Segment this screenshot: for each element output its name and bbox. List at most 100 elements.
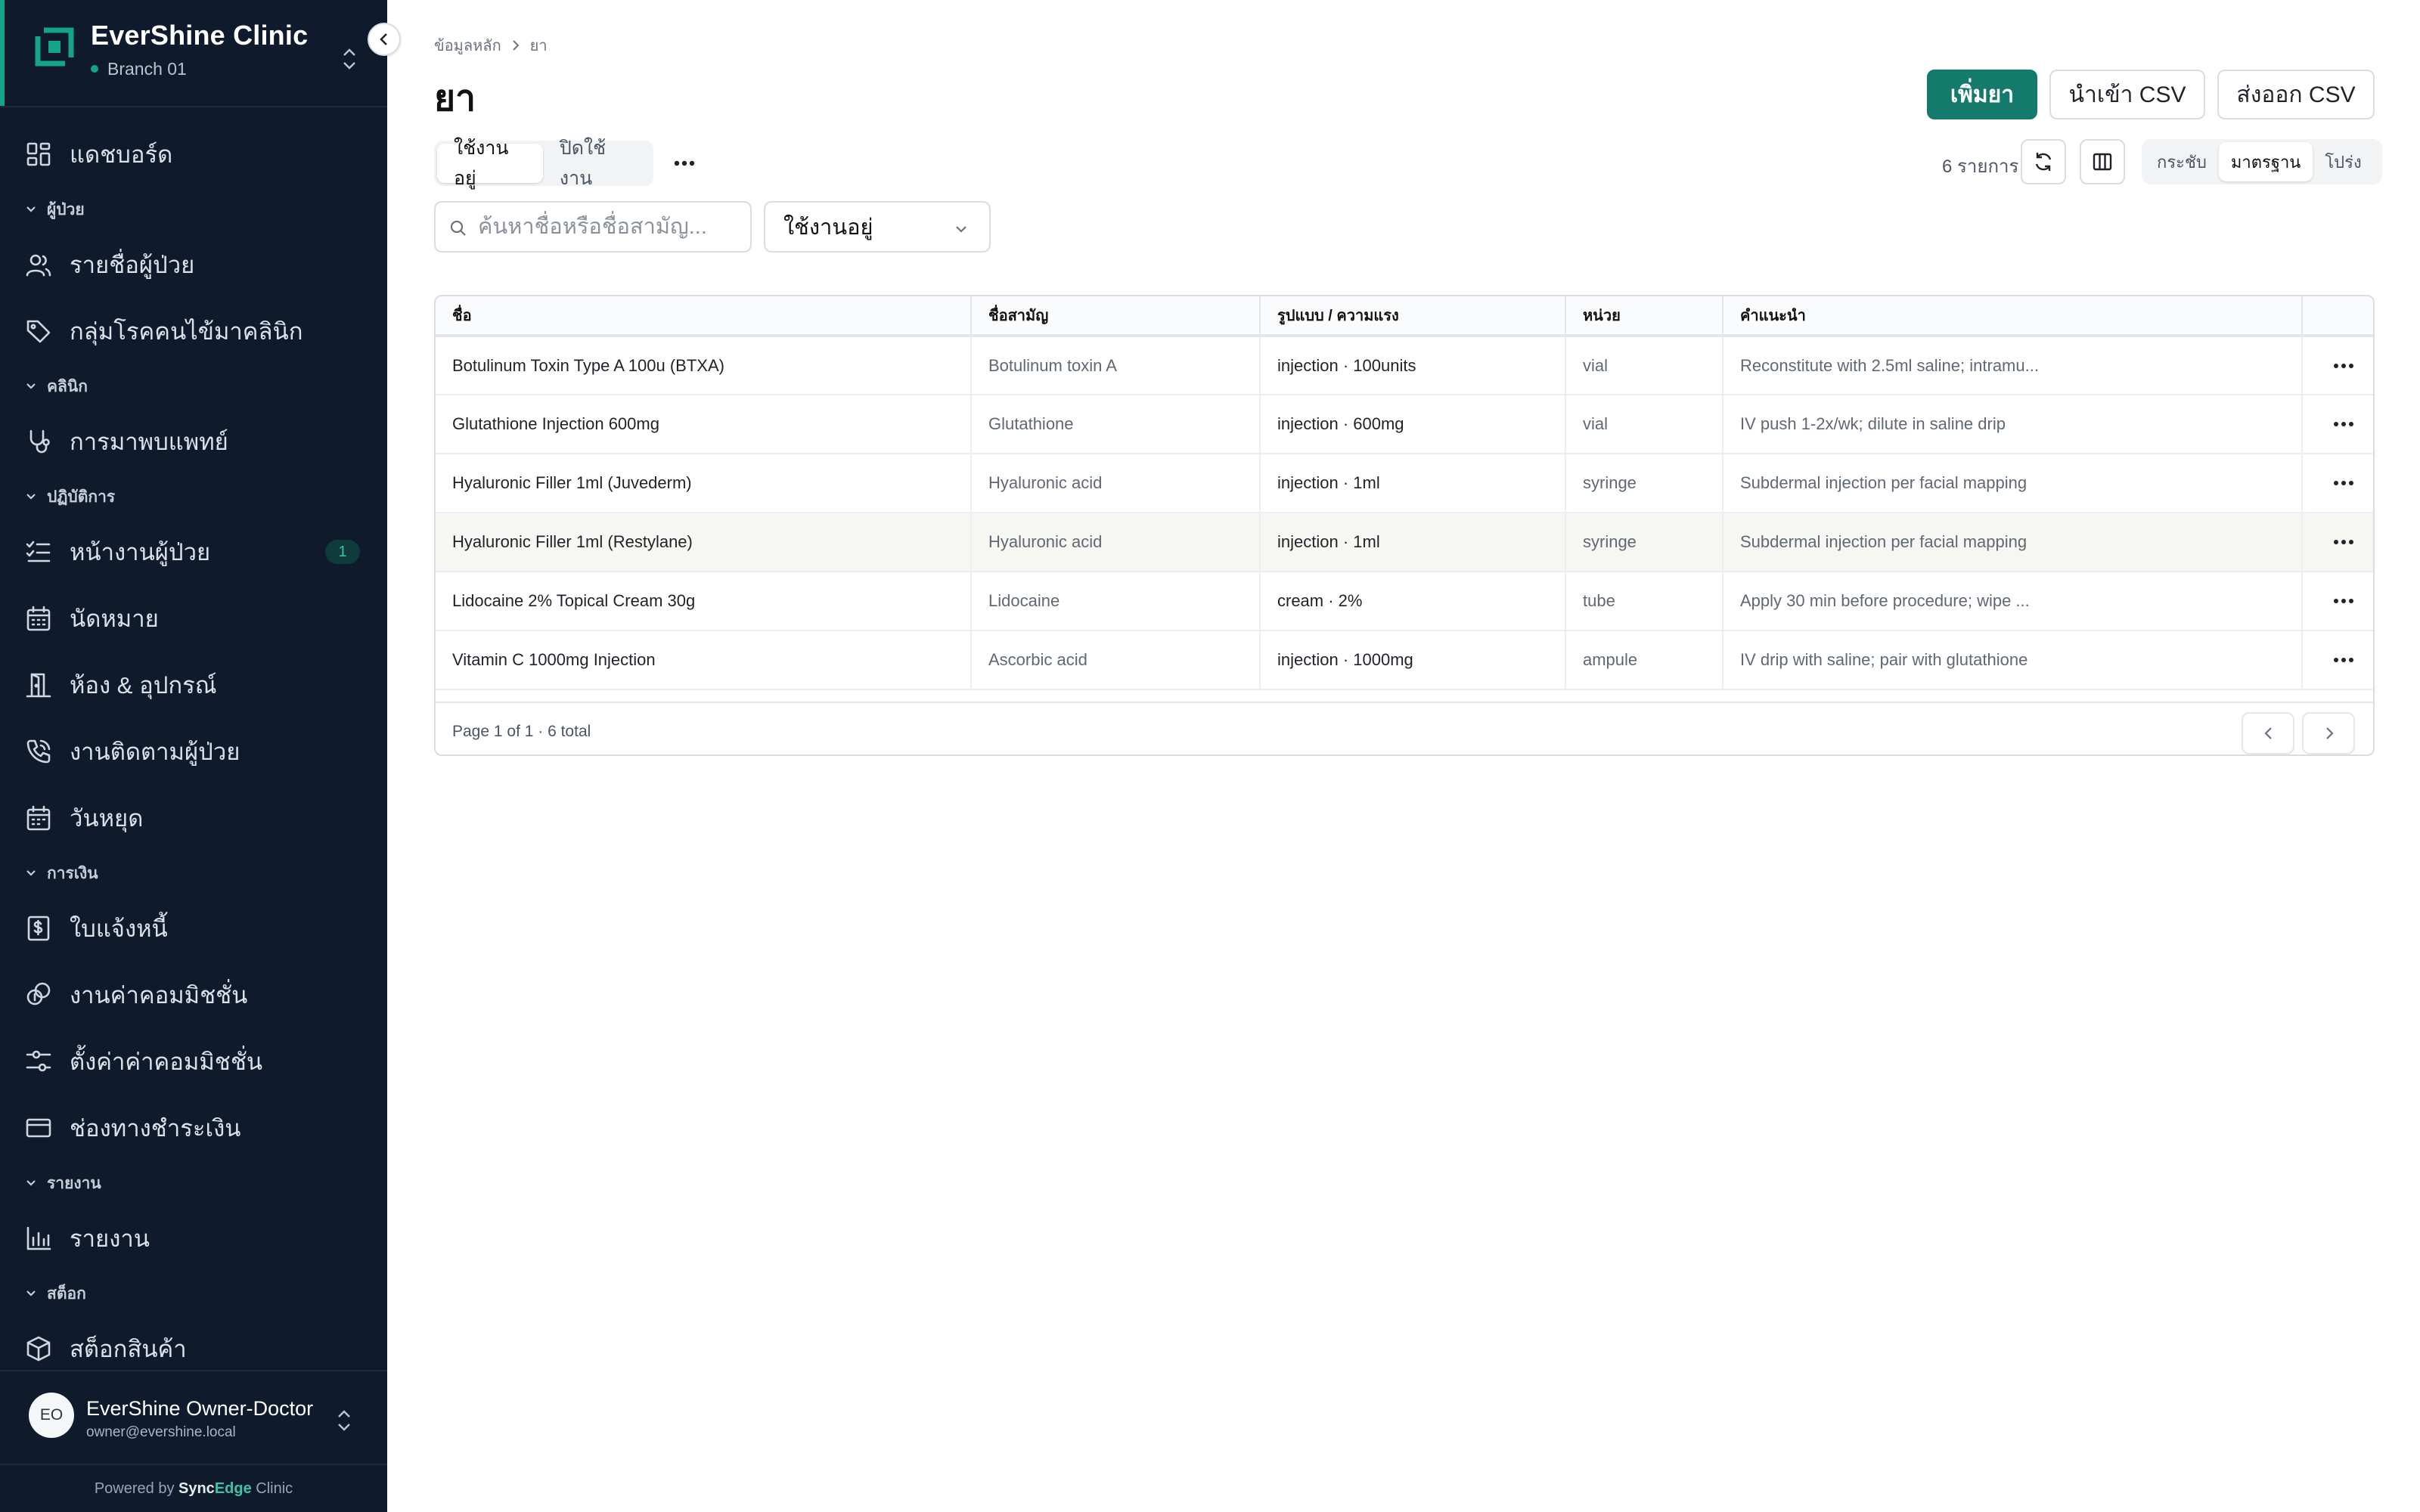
invoice-icon bbox=[24, 914, 53, 943]
sidebar-item[interactable]: แดชบอร์ด bbox=[0, 121, 387, 187]
column-header-form-strength[interactable]: รูปแบบ / ความแรง bbox=[1260, 296, 1566, 337]
chevron-down-icon bbox=[26, 206, 36, 212]
refresh-button[interactable] bbox=[2021, 139, 2066, 184]
clinic-logo-icon bbox=[35, 27, 74, 67]
sidebar-item[interactable]: กลุ่มโรคคนไข้มาคลินิก bbox=[0, 298, 387, 364]
cell-form-strength: injection · 1000mg bbox=[1260, 631, 1566, 690]
powered-edge: Edge bbox=[214, 1480, 252, 1497]
checklist-icon bbox=[24, 538, 53, 566]
chevron-down-icon bbox=[26, 383, 36, 389]
search-input[interactable] bbox=[478, 209, 743, 245]
more-options-icon bbox=[2334, 363, 2353, 368]
sidebar-item[interactable]: รายงาน bbox=[0, 1205, 387, 1272]
more-options-icon[interactable] bbox=[667, 148, 702, 178]
powered-sync: Sync bbox=[178, 1480, 215, 1497]
avatar: EO bbox=[29, 1393, 74, 1438]
sidebar-divider bbox=[0, 106, 387, 107]
sidebar-item[interactable]: ตั้งค่าค่าคอมมิชชั่น bbox=[0, 1028, 387, 1095]
chevron-left-icon bbox=[2264, 727, 2272, 739]
sidebar-item[interactable]: ใบแจ้งหนี้ bbox=[0, 895, 387, 962]
more-options-icon bbox=[2334, 422, 2353, 426]
more-options-icon bbox=[2334, 540, 2353, 544]
next-page-button[interactable] bbox=[2302, 712, 2355, 754]
nav-section-toggle[interactable]: ผู้ป่วย bbox=[0, 187, 387, 231]
stethoscope-icon bbox=[24, 427, 53, 456]
row-actions-button[interactable] bbox=[2302, 572, 2373, 631]
column-header-generic[interactable]: ชื่อสามัญ bbox=[971, 296, 1261, 337]
sidebar-item-label: งานค่าคอมมิชชั่น bbox=[70, 982, 248, 1009]
sidebar-item[interactable]: หน้างานผู้ป่วย 1 bbox=[0, 519, 387, 585]
user-name: EverShine Owner-Doctor bbox=[86, 1397, 314, 1420]
row-actions-button[interactable] bbox=[2302, 631, 2373, 690]
cell-generic-name: Hyaluronic acid bbox=[971, 513, 1261, 572]
chevron-right-icon bbox=[512, 40, 520, 51]
sidebar-item[interactable]: การมาพบแพทย์ bbox=[0, 408, 387, 475]
column-header-unit[interactable]: หน่วย bbox=[1565, 296, 1723, 337]
table-row[interactable]: Hyaluronic Filler 1ml (Juvederm) Hyaluron… bbox=[436, 454, 2373, 513]
sidebar-item[interactable]: นัดหมาย bbox=[0, 585, 387, 652]
table-row[interactable]: Lidocaine 2% Topical Cream 30g Lidocaine c… bbox=[436, 572, 2373, 631]
sidebar-item[interactable]: ช่องทางชำระเงิน bbox=[0, 1095, 387, 1161]
tab-active[interactable]: ใช้งานอยู่ bbox=[437, 138, 543, 189]
sidebar-item[interactable]: รายชื่อผู้ป่วย bbox=[0, 231, 387, 298]
clinic-name: EverShine Clinic bbox=[91, 20, 309, 51]
chevron-down-icon bbox=[26, 494, 36, 500]
column-header-instructions[interactable]: คำแนะนำ bbox=[1723, 296, 2303, 337]
user-menu[interactable]: EO EverShine Owner-Doctor owner@evershin… bbox=[0, 1370, 387, 1464]
row-count: 6 รายการ bbox=[1942, 156, 2019, 177]
import-csv-button[interactable]: นำเข้า CSV bbox=[2049, 70, 2205, 119]
sidebar-item[interactable]: วันหยุด bbox=[0, 785, 387, 851]
columns-button[interactable] bbox=[2080, 139, 2125, 184]
sidebar-item[interactable]: งานค่าคอมมิชชั่น bbox=[0, 962, 387, 1028]
sidebar-item-label: แดชบอร์ด bbox=[70, 141, 173, 168]
density-compact[interactable]: กระชับ bbox=[2145, 142, 2219, 181]
count-badge: 1 bbox=[325, 540, 360, 564]
export-csv-button[interactable]: ส่งออก CSV bbox=[2217, 70, 2375, 119]
table-row[interactable]: Hyaluronic Filler 1ml (Restylane) Hyaluro… bbox=[436, 513, 2373, 572]
nav-section-toggle[interactable]: การเงิน bbox=[0, 851, 387, 895]
cell-generic-name: Hyaluronic acid bbox=[971, 454, 1261, 513]
nav-section-toggle[interactable]: คลินิก bbox=[0, 364, 387, 408]
sidebar-item-label: รายชื่อผู้ป่วย bbox=[70, 252, 195, 278]
chevron-right-icon bbox=[2326, 727, 2334, 739]
more-options-icon bbox=[2334, 658, 2353, 662]
door-icon bbox=[24, 671, 53, 699]
add-drug-button[interactable]: เพิ่มยา bbox=[1927, 70, 2037, 119]
sidebar-item[interactable]: ห้อง & อุปกรณ์ bbox=[0, 652, 387, 718]
cell-form-strength: cream · 2% bbox=[1260, 572, 1566, 631]
nav-section-label: ปฏิบัติการ bbox=[47, 488, 116, 506]
nav-section-label: คลินิก bbox=[47, 377, 88, 395]
table-row[interactable]: Glutathione Injection 600mg Glutathione in… bbox=[436, 395, 2373, 454]
table-row[interactable]: Vitamin C 1000mg Injection Ascorbic acid i… bbox=[436, 631, 2373, 690]
tab-inactive[interactable]: ปิดใช้งาน bbox=[543, 138, 650, 189]
row-actions-button[interactable] bbox=[2302, 513, 2373, 572]
breadcrumb-master-data[interactable]: ข้อมูลหลัก bbox=[434, 33, 501, 57]
cell-unit: vial bbox=[1565, 395, 1723, 454]
pagination-info: Page 1 of 1 · 6 total bbox=[452, 723, 591, 740]
nav-section-toggle[interactable]: สต็อก bbox=[0, 1272, 387, 1315]
status-filter-select[interactable]: ใช้งานอยู่ bbox=[764, 201, 991, 253]
more-options-icon bbox=[2334, 599, 2353, 603]
branch-name: Branch 01 bbox=[107, 59, 187, 79]
sidebar-item[interactable]: งานติดตามผู้ป่วย bbox=[0, 718, 387, 785]
nav-section-toggle[interactable]: ปฏิบัติการ bbox=[0, 475, 387, 519]
column-header-name[interactable]: ชื่อ bbox=[436, 296, 972, 337]
brand-switcher[interactable]: EverShine Clinic Branch 01 bbox=[29, 17, 377, 92]
density-comfortable[interactable]: โปร่ง bbox=[2313, 142, 2373, 181]
row-actions-button[interactable] bbox=[2302, 454, 2373, 513]
row-actions-button[interactable] bbox=[2302, 336, 2373, 395]
nav-section-toggle[interactable]: รายงาน bbox=[0, 1161, 387, 1205]
sidebar-item-label: ช่องทางชำระเงิน bbox=[70, 1115, 241, 1142]
branch-status-dot bbox=[91, 64, 98, 73]
nav-section-label: ผู้ป่วย bbox=[47, 200, 85, 218]
cell-form-strength: injection · 600mg bbox=[1260, 395, 1566, 454]
row-actions-button[interactable] bbox=[2302, 395, 2373, 454]
density-standard[interactable]: มาตรฐาน bbox=[2218, 142, 2313, 181]
cell-generic-name: Glutathione bbox=[971, 395, 1261, 454]
previous-page-button[interactable] bbox=[2242, 712, 2294, 754]
cell-form-strength: injection · 1ml bbox=[1260, 513, 1566, 572]
cell-form-strength: injection · 1ml bbox=[1260, 454, 1566, 513]
cell-name: Hyaluronic Filler 1ml (Restylane) bbox=[436, 513, 972, 572]
table-row[interactable]: Botulinum Toxin Type A 100u (BTXA) Botuli… bbox=[436, 336, 2373, 395]
nav-section-label: รายงาน bbox=[47, 1174, 101, 1192]
